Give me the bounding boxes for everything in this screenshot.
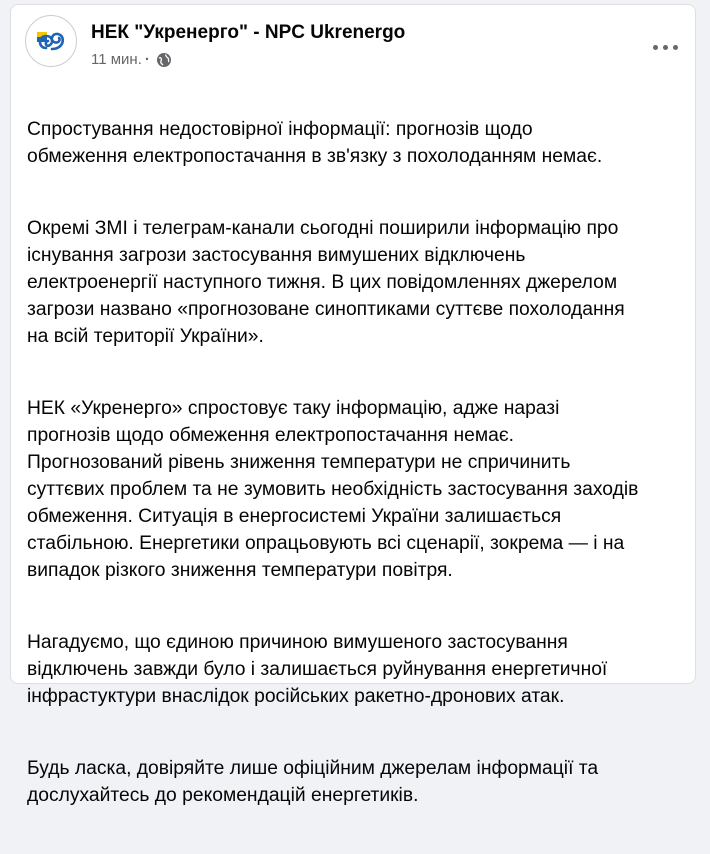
post-card: НЕК "Укренерго" - NPC Ukrenergo 11 мин. … (10, 4, 696, 806)
post-timestamp[interactable]: 11 мин. (91, 51, 142, 68)
post-text: Спростування недостовірної інформації: п… (27, 89, 687, 854)
post-paragraph-4: Нагадуємо, що єдиною причиною вимушеного… (27, 632, 608, 707)
ukrenergo-logo-icon (27, 17, 75, 65)
globe-icon[interactable] (156, 52, 172, 68)
post-paragraph-3: НЕК «Укренерго» спростовує таку інформац… (27, 398, 639, 581)
more-options-icon[interactable] (645, 27, 685, 67)
page-avatar[interactable] (25, 15, 77, 67)
post-meta: 11 мин. · (91, 51, 172, 68)
post-paragraph-2: Окремі ЗМІ і телеграм-канали сьогодні по… (27, 218, 625, 347)
meta-separator: · (144, 51, 150, 68)
post-paragraph-5: Будь ласка, довіряйте лише офіційним дже… (27, 758, 599, 806)
page-name-link[interactable]: НЕК "Укренерго" - NPC Ukrenergo (91, 22, 405, 44)
post-paragraph-1: Спростування недостовірної інформації: п… (27, 119, 603, 167)
